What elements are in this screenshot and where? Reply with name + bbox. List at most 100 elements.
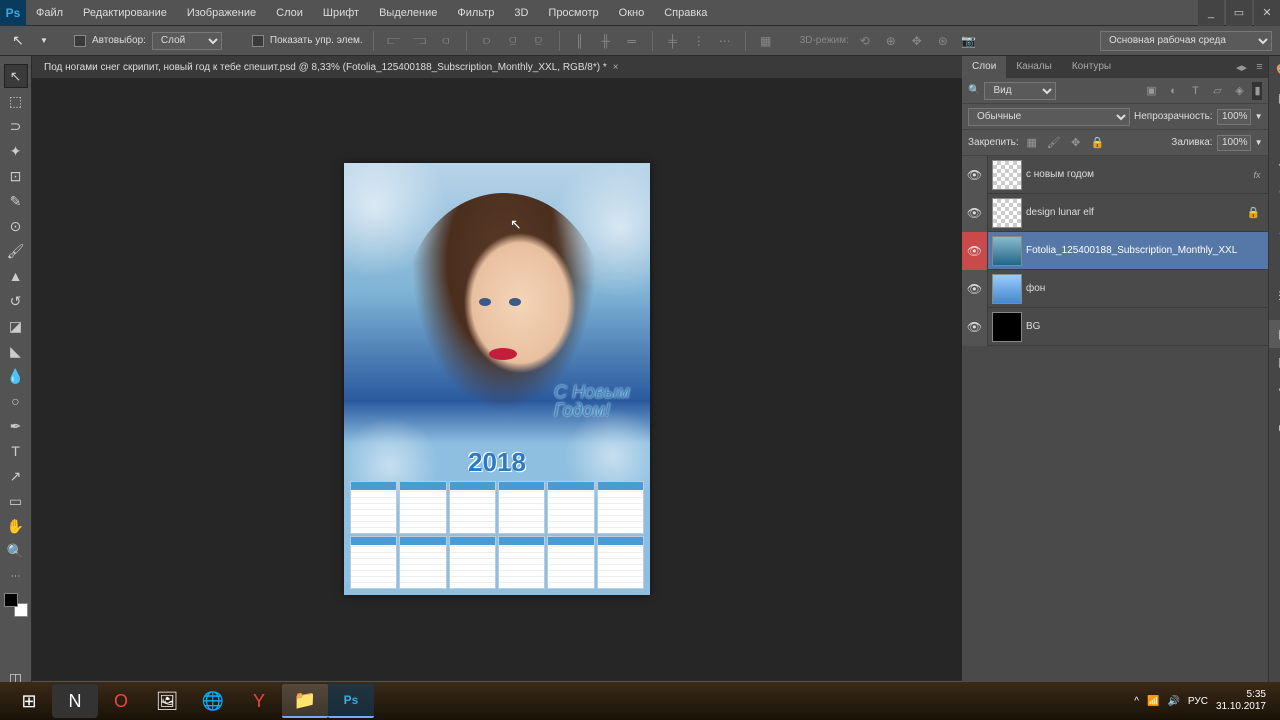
filter-adjust-icon[interactable]: ◐ <box>1164 82 1182 100</box>
taskbar-chrome[interactable]: 🌐 <box>190 684 236 718</box>
visibility-icon[interactable]: 👁 <box>962 156 988 194</box>
menu-select[interactable]: Выделение <box>369 0 447 26</box>
palette-Цвет[interactable]: 🎨Цвет <box>1269 56 1280 84</box>
blur-tool[interactable]: 💧 <box>4 364 28 388</box>
layer-name[interactable]: Fotolia_125400188_Subscription_Monthly_X… <box>1026 245 1268 256</box>
menu-help[interactable]: Справка <box>654 0 717 26</box>
more-tool[interactable]: ⋯ <box>4 564 28 588</box>
wand-tool[interactable]: ✦ <box>4 139 28 163</box>
distribute-4-icon[interactable]: ╪ <box>663 31 683 51</box>
marquee-tool[interactable]: ⬚ <box>4 89 28 113</box>
stamp-tool[interactable]: ▲ <box>4 264 28 288</box>
fill-input[interactable] <box>1217 135 1251 151</box>
lasso-tool[interactable]: ⊃ <box>4 114 28 138</box>
3d-icon-2[interactable]: ⊕ <box>881 31 901 51</box>
paths-tab[interactable]: Контуры <box>1062 56 1121 78</box>
panel-menu-icon[interactable]: ≡ <box>1250 58 1268 76</box>
3d-icon-4[interactable]: ⊛ <box>933 31 953 51</box>
layers-tab[interactable]: Слои <box>962 56 1006 78</box>
tray-clock[interactable]: 5:35 31.10.2017 <box>1216 689 1266 713</box>
align-right-icon[interactable]: ⫏ <box>436 31 456 51</box>
move-tool[interactable]: ↖ <box>4 64 28 88</box>
tray-network-icon[interactable]: 📶 <box>1147 696 1159 707</box>
taskbar-opera[interactable]: O <box>98 684 144 718</box>
palette-Контуры[interactable]: ◠Контуры <box>1269 376 1280 404</box>
lock-icon[interactable]: 🔒 <box>1247 206 1261 219</box>
layer-row[interactable]: 👁 BG <box>962 308 1268 346</box>
layer-name[interactable]: фон <box>1026 283 1268 294</box>
menu-3d[interactable]: 3D <box>504 0 538 26</box>
lock-paint-icon[interactable]: 🖌 <box>1045 134 1063 152</box>
layer-name[interactable]: с новым годом <box>1026 169 1253 180</box>
auto-align-icon[interactable]: ▦ <box>756 31 776 51</box>
filter-toggle-icon[interactable]: ▮ <box>1252 82 1262 100</box>
eyedropper-tool[interactable]: ✎ <box>4 189 28 213</box>
menu-window[interactable]: Окно <box>609 0 655 26</box>
menu-file[interactable]: Файл <box>26 0 73 26</box>
minimize-button[interactable]: _ <box>1198 0 1224 26</box>
tray-up-icon[interactable]: ^ <box>1134 696 1139 707</box>
tray-sound-icon[interactable]: 🔊 <box>1167 696 1179 707</box>
layer-name[interactable]: BG <box>1026 321 1268 332</box>
lock-move-icon[interactable]: ✥ <box>1067 134 1085 152</box>
document-tab[interactable]: Под ногами снег скрипит, новый год к теб… <box>32 56 962 78</box>
lock-trans-icon[interactable]: ▦ <box>1023 134 1041 152</box>
menu-edit[interactable]: Редактирование <box>73 0 177 26</box>
blend-mode-select[interactable]: Обычные <box>968 108 1130 126</box>
3d-icon-3[interactable]: ✥ <box>907 31 927 51</box>
taskbar-app[interactable]: 🖼 <box>144 684 190 718</box>
align-bottom-icon[interactable]: ⫒ <box>529 31 549 51</box>
distribute-1-icon[interactable]: ║ <box>570 31 590 51</box>
menu-view[interactable]: Просмотр <box>538 0 608 26</box>
fx-badge[interactable]: fx <box>1253 170 1260 180</box>
distribute-6-icon[interactable]: ⋯ <box>715 31 735 51</box>
pen-tool[interactable]: ✒ <box>4 414 28 438</box>
close-button[interactable]: ✕ <box>1254 0 1280 26</box>
path-tool[interactable]: ↗ <box>4 464 28 488</box>
text-tool[interactable]: T <box>4 439 28 463</box>
filter-smart-icon[interactable]: ◈ <box>1230 82 1248 100</box>
palette-3D[interactable]: ⬢3D <box>1269 414 1280 442</box>
channels-tab[interactable]: Каналы <box>1006 56 1062 78</box>
layer-row[interactable]: 👁 Fotolia_125400188_Subscription_Monthly… <box>962 232 1268 270</box>
align-left-icon[interactable]: ⫍ <box>384 31 404 51</box>
align-center-h-icon[interactable]: ⫎ <box>410 31 430 51</box>
align-center-v-icon[interactable]: ⫑ <box>503 31 523 51</box>
tool-dropdown-icon[interactable]: ▼ <box>34 32 54 50</box>
layer-filter-select[interactable]: Вид <box>984 82 1056 100</box>
collapse-icon[interactable]: ◂▸ <box>1232 58 1250 76</box>
palette-Стили[interactable]: ◈Стили <box>1269 150 1280 178</box>
palette-Образцы[interactable]: ▦Образцы <box>1269 84 1280 112</box>
filter-shape-icon[interactable]: ▱ <box>1208 82 1226 100</box>
palette-Коррекция[interactable]: ◑Коррекция <box>1269 122 1280 150</box>
workspace-select[interactable]: Основная рабочая среда <box>1100 31 1272 51</box>
lock-all-icon[interactable]: 🔒 <box>1089 134 1107 152</box>
palette-Слои[interactable]: ▤Слои <box>1269 320 1280 348</box>
tab-close-icon[interactable]: × <box>613 62 619 73</box>
zoom-tool[interactable]: 🔍 <box>4 539 28 563</box>
filter-text-icon[interactable]: T <box>1186 82 1204 100</box>
palette-Свойства[interactable]: ☰Свойства <box>1269 282 1280 310</box>
taskbar-app[interactable]: N <box>52 684 98 718</box>
filter-image-icon[interactable]: ▣ <box>1142 82 1160 100</box>
gradient-tool[interactable]: ◣ <box>4 339 28 363</box>
distribute-5-icon[interactable]: ⋮ <box>689 31 709 51</box>
palette-История[interactable]: ↺История <box>1269 178 1280 206</box>
layer-name[interactable]: design lunar elf <box>1026 207 1247 218</box>
autoselect-checkbox[interactable] <box>74 35 86 47</box>
align-top-icon[interactable]: ⫐ <box>477 31 497 51</box>
menu-image[interactable]: Изображение <box>177 0 266 26</box>
layer-row[interactable]: 👁 фон <box>962 270 1268 308</box>
visibility-icon[interactable]: 👁 <box>962 232 988 270</box>
layer-row[interactable]: 👁 design lunar elf 🔒 <box>962 194 1268 232</box>
start-button[interactable]: ⊞ <box>6 684 52 718</box>
maximize-button[interactable]: ▭ <box>1226 0 1252 26</box>
crop-tool[interactable]: ⊡ <box>4 164 28 188</box>
3d-icon-1[interactable]: ⟲ <box>855 31 875 51</box>
distribute-2-icon[interactable]: ╫ <box>596 31 616 51</box>
hand-tool[interactable]: ✋ <box>4 514 28 538</box>
show-controls-checkbox[interactable] <box>252 35 264 47</box>
color-swatches[interactable] <box>4 593 28 617</box>
visibility-icon[interactable]: 👁 <box>962 270 988 308</box>
dropdown-icon[interactable]: ▼ <box>1255 138 1263 147</box>
